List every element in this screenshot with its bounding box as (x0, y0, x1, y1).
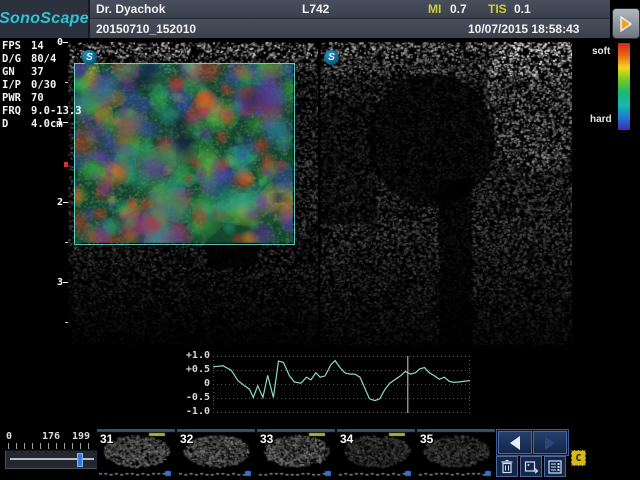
trash-icon (500, 459, 514, 474)
soft-label: soft (592, 46, 610, 57)
ruler-tick-minor (65, 242, 68, 243)
image-list-icon (548, 460, 562, 474)
header-row-2: 20150710_152010 10/07/2015 18:58:43 (90, 19, 610, 38)
ruler-tick-minor (65, 322, 68, 323)
slider-label: 176 (42, 432, 60, 442)
param-row: D/G80/4 (2, 53, 82, 66)
right-arrow-icon (545, 436, 555, 450)
slider-tick-scale (8, 443, 94, 449)
param-row: GN37 (2, 66, 82, 79)
thumbnail-nav-panel (496, 429, 569, 456)
datetime: 10/07/2015 18:58:43 (468, 22, 579, 36)
tis-label: TIS (488, 2, 507, 16)
image-browser-button[interactable] (544, 456, 566, 477)
param-row: PWR70 (2, 92, 82, 105)
sonoscape-badge: S (324, 50, 339, 65)
param-row: FRQ9.0-13.3 (2, 105, 82, 118)
prev-page-button[interactable] (498, 431, 532, 454)
elastography-image-pane[interactable]: S (68, 42, 318, 345)
left-arrow-icon (510, 436, 520, 450)
y-tick: 0 (180, 379, 210, 389)
param-row: FPS14 (2, 40, 82, 53)
bmode-image-pane[interactable]: S (320, 42, 572, 345)
freeze-button[interactable] (612, 8, 640, 39)
mi-label: MI (428, 2, 441, 16)
next-page-button[interactable] (533, 431, 567, 454)
strain-curve-graph (213, 356, 470, 413)
elasto-colorbar (618, 43, 630, 130)
y-tick: -0.5 (180, 393, 210, 403)
slider-track[interactable] (5, 450, 99, 469)
thumbnail-strip: 31 32 33 34 35 (97, 429, 497, 477)
slider-label: 199 (72, 432, 90, 442)
export-frame-icon (524, 460, 539, 474)
slider-handle[interactable] (77, 453, 83, 467)
cine-type-badge: C (571, 450, 586, 466)
y-tick: +1.0 (180, 351, 210, 361)
elasto-roi-box[interactable] (74, 63, 295, 245)
slider-label: 0 (6, 432, 12, 442)
mi-value: 0.7 (450, 2, 467, 16)
thumbnail-33[interactable]: 33 (257, 429, 335, 477)
hard-label: hard (590, 114, 612, 125)
thumbnail-number: 32 (180, 432, 193, 446)
play-triangle-icon (619, 16, 633, 32)
thumbnail-35[interactable]: 35 (417, 429, 495, 477)
header-row-1: Dr. Dyachok L742 MI 0.7 TIS 0.1 (90, 0, 610, 19)
cine-slider: 0 176 199 (4, 432, 100, 472)
brand-logo-block: SonoScape (0, 0, 90, 38)
export-image-button[interactable] (520, 456, 542, 477)
tis-value: 0.1 (514, 2, 531, 16)
sonoscape-badge: S (82, 50, 97, 65)
right-image-canvas[interactable] (320, 42, 572, 345)
thumbnail-number: 33 (260, 432, 273, 446)
ruler-tick (63, 202, 68, 203)
thumbnail-number: 31 (100, 432, 113, 446)
brand-logo: SonoScape (0, 10, 89, 28)
thumbnail-number: 34 (340, 432, 353, 446)
ruler-mark: 2 (57, 198, 63, 208)
patient-name: Dr. Dyachok (96, 2, 165, 16)
param-row: D4.0cm (2, 118, 82, 131)
param-row: I/P0/30 (2, 79, 82, 92)
strain-graph-svg (213, 356, 470, 413)
exam-id: 20150710_152010 (96, 22, 196, 36)
thumbnail-32[interactable]: 32 (177, 429, 255, 477)
ruler-tick (63, 282, 68, 283)
ruler-mark: 3 (57, 278, 63, 288)
y-tick: +0.5 (180, 365, 210, 375)
y-tick: -1.0 (180, 407, 210, 417)
focus-position-marker (64, 162, 68, 167)
delete-image-button[interactable] (496, 456, 518, 477)
thumbnail-number: 35 (420, 432, 433, 446)
thumbnail-31[interactable]: 31 (97, 429, 175, 477)
ultrasound-screen: SonoScape Dr. Dyachok L742 MI 0.7 TIS 0.… (0, 0, 640, 480)
imaging-parameters: FPS14 D/G80/4 GN37 I/P0/30 PWR70 FRQ9.0-… (2, 40, 82, 131)
probe-model: L742 (302, 2, 329, 16)
thumbnail-34[interactable]: 34 (337, 429, 415, 477)
